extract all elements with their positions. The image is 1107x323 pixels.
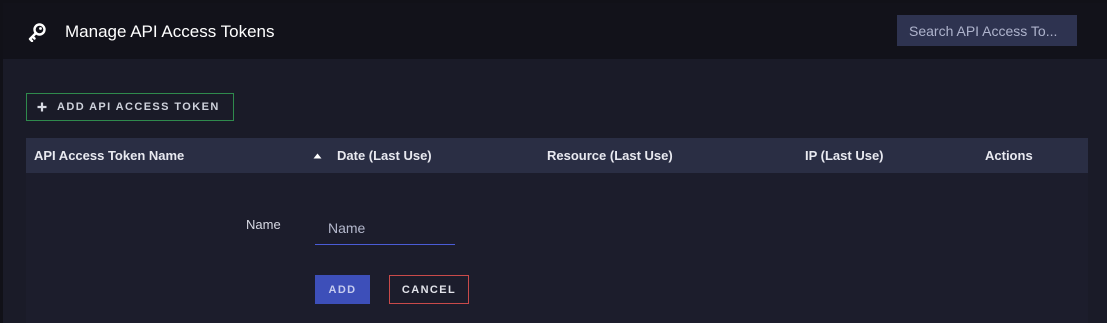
- sort-ascending-icon[interactable]: [313, 153, 322, 159]
- column-header-date[interactable]: Date (Last Use): [337, 148, 432, 164]
- page-title: Manage API Access Tokens: [65, 22, 275, 41]
- add-api-access-token-button[interactable]: ADD API ACCESS TOKEN: [26, 93, 234, 121]
- key-icon: [28, 23, 46, 42]
- app-window: Manage API Access Tokens ADD API ACCESS …: [3, 3, 1107, 323]
- plus-icon: [37, 102, 47, 112]
- search-input[interactable]: [897, 15, 1077, 46]
- column-header-actions: Actions: [985, 148, 1033, 163]
- cancel-button[interactable]: CANCEL: [389, 275, 469, 304]
- add-button[interactable]: ADD: [315, 275, 370, 304]
- name-field[interactable]: [315, 211, 455, 245]
- add-api-access-token-label: ADD API ACCESS TOKEN: [57, 101, 220, 113]
- page-header: Manage API Access Tokens: [3, 3, 1107, 59]
- column-header-resource[interactable]: Resource (Last Use): [547, 148, 673, 164]
- name-label: Name: [246, 217, 281, 232]
- column-header-name[interactable]: API Access Token Name: [34, 148, 184, 164]
- table-header: API Access Token Name Date (Last Use) Re…: [26, 138, 1088, 173]
- tokens-table: API Access Token Name Date (Last Use) Re…: [26, 138, 1088, 323]
- column-header-ip[interactable]: IP (Last Use): [805, 148, 884, 164]
